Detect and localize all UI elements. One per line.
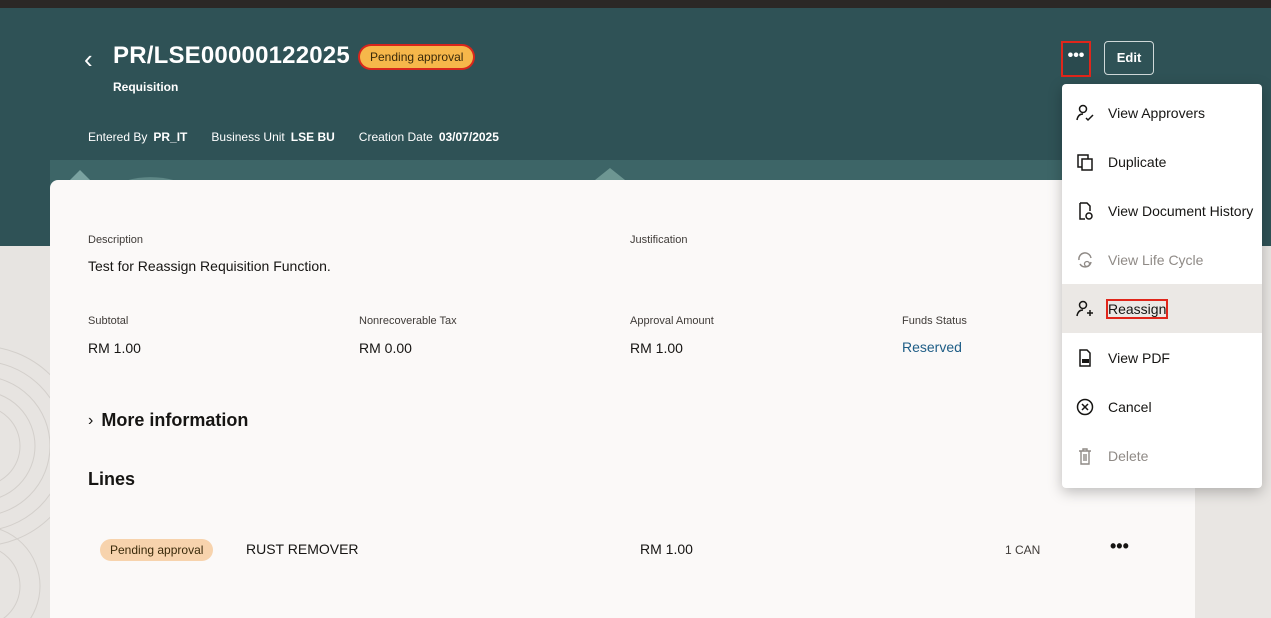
funds-status-label: Funds Status: [902, 315, 967, 327]
chevron-right-icon: ›: [88, 411, 94, 429]
life-cycle-icon: [1062, 250, 1108, 270]
menu-item-cancel[interactable]: Cancel: [1062, 382, 1262, 431]
menu-item-reassign[interactable]: Reassign: [1062, 284, 1262, 333]
header-meta: Entered By PR_IT Business Unit LSE BU Cr…: [88, 130, 517, 144]
menu-item-label: View Approvers: [1108, 104, 1206, 121]
creation-date-value: 03/07/2025: [438, 130, 499, 144]
line-more-actions-button[interactable]: •••: [1110, 536, 1129, 557]
page-title: PR/LSE00000122025: [113, 42, 350, 69]
trash-icon: [1062, 446, 1108, 466]
menu-item-label: Duplicate: [1108, 153, 1167, 170]
more-information-toggle[interactable]: › More information: [88, 410, 248, 431]
subtotal-value: RM 1.00: [88, 340, 141, 356]
page-subtitle: Requisition: [113, 80, 179, 94]
top-strip: [0, 0, 1271, 8]
tax-label: Nonrecoverable Tax: [359, 315, 457, 327]
more-actions-button[interactable]: •••: [1061, 41, 1091, 77]
cancel-circle-icon: [1062, 397, 1108, 417]
background-pattern-left: [0, 246, 50, 618]
business-unit-value: LSE BU: [290, 130, 335, 144]
menu-item-label: Cancel: [1108, 398, 1152, 415]
actions-menu: View Approvers Duplicate View Document H…: [1062, 84, 1262, 488]
menu-item-label: View Document History: [1108, 202, 1254, 219]
justification-label: Justification: [630, 234, 688, 246]
pdf-icon: [1062, 348, 1108, 368]
more-information-label: More information: [101, 410, 249, 430]
menu-item-view-pdf[interactable]: View PDF: [1062, 333, 1262, 382]
line-item-name: RUST REMOVER: [246, 541, 359, 557]
back-button[interactable]: ‹: [84, 45, 104, 73]
approval-amount-label: Approval Amount: [630, 315, 714, 327]
menu-item-label: View Life Cycle: [1108, 251, 1204, 268]
tax-value: RM 0.00: [359, 340, 412, 356]
menu-item-label: View PDF: [1108, 349, 1170, 366]
menu-item-label: Delete: [1108, 447, 1149, 464]
entered-by-value: PR_IT: [153, 130, 188, 144]
duplicate-icon: [1062, 152, 1108, 172]
table-row[interactable]: Pending approval RUST REMOVER RM 1.00 1 …: [80, 530, 1180, 570]
edit-button[interactable]: Edit: [1104, 41, 1154, 75]
creation-date-label: Creation Date: [358, 130, 433, 144]
status-badge: Pending approval: [360, 46, 474, 68]
business-unit-label: Business Unit: [211, 130, 285, 144]
subtotal-label: Subtotal: [88, 315, 129, 327]
funds-status-link[interactable]: Reserved: [902, 339, 962, 355]
menu-item-view-approvers[interactable]: View Approvers: [1062, 88, 1262, 137]
entered-by-label: Entered By: [88, 130, 148, 144]
approval-amount-value: RM 1.00: [630, 340, 683, 356]
menu-item-label: Reassign: [1105, 298, 1169, 319]
line-quantity: 1 CAN: [1005, 543, 1041, 557]
line-amount: RM 1.00: [640, 541, 693, 557]
menu-item-view-life-cycle[interactable]: View Life Cycle: [1062, 235, 1262, 284]
line-status-badge: Pending approval: [100, 539, 214, 561]
description-label: Description: [88, 234, 144, 246]
lines-heading: Lines: [88, 469, 136, 489]
menu-item-duplicate[interactable]: Duplicate: [1062, 137, 1262, 186]
description-value: Test for Reassign Requisition Function.: [88, 258, 331, 274]
person-add-icon: [1062, 299, 1108, 319]
menu-item-view-document-history[interactable]: View Document History: [1062, 186, 1262, 235]
menu-item-delete[interactable]: Delete: [1062, 431, 1262, 480]
document-history-icon: [1062, 201, 1108, 221]
person-check-icon: [1062, 103, 1108, 123]
